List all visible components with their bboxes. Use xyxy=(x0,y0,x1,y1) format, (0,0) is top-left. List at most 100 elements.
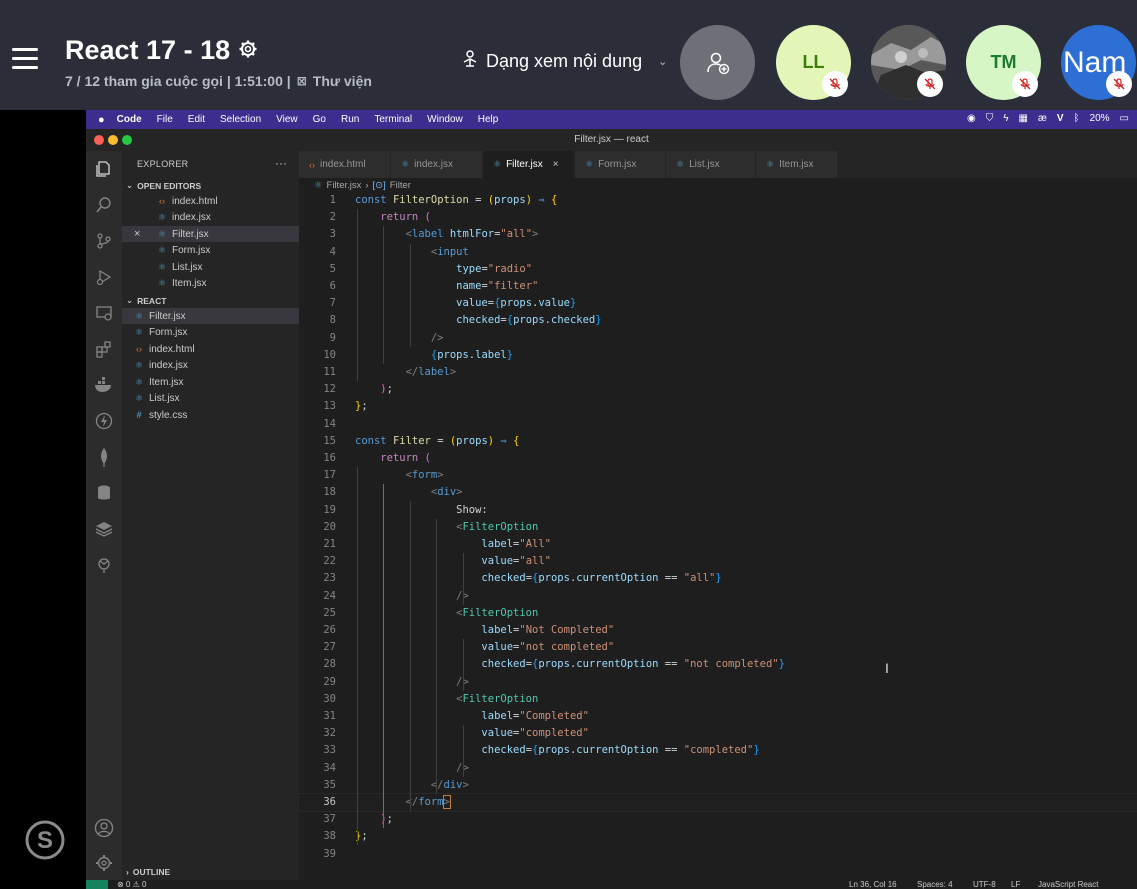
file-item[interactable]: ‹› index.html xyxy=(122,193,299,209)
menu-help[interactable]: Help xyxy=(478,114,499,125)
tab-list-jsx[interactable]: ⚛ List.jsx xyxy=(666,151,756,178)
code-line[interactable]: 15 const Filter = (props) ⇒ { xyxy=(299,433,1137,450)
layers-icon[interactable] xyxy=(93,518,115,540)
settings-gear-icon[interactable] xyxy=(93,852,115,874)
remote-explorer-icon[interactable] xyxy=(93,302,115,324)
menu-view[interactable]: View xyxy=(276,114,298,125)
close-icon[interactable]: × xyxy=(134,228,148,240)
status-icon[interactable]: ◉ xyxy=(967,113,976,124)
code-line[interactable]: 39 xyxy=(299,846,1137,863)
encoding[interactable]: UTF-8 xyxy=(973,880,996,889)
battery-icon[interactable]: ▭ xyxy=(1120,113,1129,124)
code-line[interactable]: 14 xyxy=(299,416,1137,433)
file-item[interactable]: ⚛ List.jsx xyxy=(122,259,299,275)
code-line[interactable]: 17 <form> xyxy=(299,467,1137,484)
code-line[interactable]: 7 value={props.value} xyxy=(299,295,1137,312)
extensions-icon[interactable] xyxy=(93,338,115,360)
menu-app-name[interactable]: Code xyxy=(117,114,142,125)
v-icon[interactable]: V xyxy=(1057,113,1064,124)
language-mode[interactable]: JavaScript React xyxy=(1038,880,1098,889)
outline-section[interactable]: › OUTLINE xyxy=(126,867,170,877)
code-line[interactable]: 31 label="Completed" xyxy=(299,708,1137,725)
code-line[interactable]: 22 value="all" xyxy=(299,553,1137,570)
file-item[interactable]: ⚛ index.jsx xyxy=(122,358,299,374)
code-line[interactable]: 23 checked={props.currentOption == "all"… xyxy=(299,570,1137,587)
code-line[interactable]: 28 checked={props.currentOption == "not … xyxy=(299,656,1137,673)
code-line[interactable]: 34 /> xyxy=(299,760,1137,777)
code-line[interactable]: 27 value="not completed" xyxy=(299,639,1137,656)
more-actions-icon[interactable]: ··· xyxy=(275,156,287,170)
tab-form-jsx[interactable]: ⚛ Form.jsx xyxy=(575,151,666,178)
code-line[interactable]: 6 name="filter" xyxy=(299,278,1137,295)
code-line[interactable]: 2 return ( xyxy=(299,209,1137,226)
menu-terminal[interactable]: Terminal xyxy=(374,114,412,125)
tab-index-jsx[interactable]: ⚛ index.jsx xyxy=(391,151,483,178)
bolt-icon[interactable]: ϟ xyxy=(1003,113,1008,124)
code-line[interactable]: 24 /> xyxy=(299,588,1137,605)
tab-filter-jsx[interactable]: ⚛ Filter.jsx × xyxy=(483,151,575,178)
code-line[interactable]: 36 </form> xyxy=(298,792,1137,813)
code-line[interactable]: 1 const FilterOption = (props) ⇒ { xyxy=(299,192,1137,209)
add-participant-button[interactable] xyxy=(680,25,755,100)
code-line[interactable]: 13}; xyxy=(299,398,1137,415)
gear-icon[interactable] xyxy=(238,35,258,66)
breadcrumb-symbol[interactable]: Filter xyxy=(390,180,411,191)
tab-index-html[interactable]: ‹› index.html xyxy=(299,151,391,178)
code-line[interactable]: 26 label="Not Completed" xyxy=(299,622,1137,639)
menu-icon[interactable] xyxy=(12,48,38,70)
menu-go[interactable]: Go xyxy=(313,114,326,125)
breadcrumb-file[interactable]: Filter.jsx xyxy=(327,180,362,191)
code-line[interactable]: 11 </label> xyxy=(299,364,1137,381)
database-icon[interactable] xyxy=(93,482,115,504)
file-item[interactable]: ⚛ Form.jsx xyxy=(122,243,299,259)
grid-icon[interactable]: ▦ xyxy=(1019,113,1028,124)
code-line[interactable]: 9 /> xyxy=(299,330,1137,347)
line-ending[interactable]: LF xyxy=(1011,880,1020,889)
docker-icon[interactable] xyxy=(93,374,115,396)
tab-item-jsx[interactable]: ⚛ Item.jsx xyxy=(756,151,838,178)
code-line[interactable]: 30 <FilterOption xyxy=(299,691,1137,708)
ae-icon[interactable]: æ xyxy=(1038,113,1047,124)
open-editors-section[interactable]: ⌄ OPEN EDITORS xyxy=(126,180,201,191)
code-line[interactable]: 21 label="All" xyxy=(299,536,1137,553)
menu-edit[interactable]: Edit xyxy=(188,114,205,125)
problems-count[interactable]: ⊗ 0 ⚠ 0 xyxy=(117,880,146,889)
remote-indicator[interactable] xyxy=(86,880,108,889)
thunder-client-icon[interactable] xyxy=(93,410,115,432)
code-line[interactable]: 18 <div> xyxy=(299,484,1137,501)
shield-icon[interactable]: ⛉ xyxy=(986,113,994,124)
code-line[interactable]: 38}; xyxy=(299,828,1137,845)
code-line[interactable]: 10 {props.label} xyxy=(299,347,1137,364)
code-line[interactable]: 16 return ( xyxy=(299,450,1137,467)
code-editor[interactable]: 3938};37 );36 </form>35 </div>34 />33 ch… xyxy=(298,192,1137,872)
account-icon[interactable] xyxy=(93,817,115,839)
gitlens-icon[interactable] xyxy=(93,554,115,576)
file-item[interactable]: ⚛ Filter.jsx xyxy=(122,308,299,324)
code-line[interactable]: 37 ); xyxy=(299,811,1137,828)
code-line[interactable]: 12 ); xyxy=(299,381,1137,398)
menu-window[interactable]: Window xyxy=(427,114,463,125)
file-item[interactable]: × ⚛ Filter.jsx xyxy=(122,226,299,242)
code-line[interactable]: 5 type="radio" xyxy=(299,261,1137,278)
code-line[interactable]: 29 /> xyxy=(299,674,1137,691)
menu-selection[interactable]: Selection xyxy=(220,114,261,125)
source-control-icon[interactable] xyxy=(93,230,115,252)
code-line[interactable]: 8 checked={props.checked} xyxy=(299,312,1137,329)
code-line[interactable]: 19 Show: xyxy=(299,502,1137,519)
code-line[interactable]: 33 checked={props.currentOption == "comp… xyxy=(299,742,1137,759)
code-line[interactable]: 20 <FilterOption xyxy=(299,519,1137,536)
close-tab-icon[interactable]: × xyxy=(553,159,559,170)
code-line[interactable]: 32 value="completed" xyxy=(299,725,1137,742)
file-item[interactable]: # style.css xyxy=(122,407,299,423)
code-line[interactable]: 25 <FilterOption xyxy=(299,605,1137,622)
mongodb-icon[interactable] xyxy=(93,446,115,468)
explorer-icon[interactable] xyxy=(93,158,115,180)
file-item[interactable]: ⚛ List.jsx xyxy=(122,391,299,407)
indentation[interactable]: Spaces: 4 xyxy=(917,880,953,889)
bluetooth-icon[interactable]: ᛒ xyxy=(1074,113,1080,124)
code-line[interactable]: 35 </div> xyxy=(299,777,1137,794)
search-icon[interactable] xyxy=(93,194,115,216)
file-item[interactable]: ‹› index.html xyxy=(122,341,299,357)
menu-file[interactable]: File xyxy=(157,114,173,125)
file-item[interactable]: ⚛ index.jsx xyxy=(122,210,299,226)
